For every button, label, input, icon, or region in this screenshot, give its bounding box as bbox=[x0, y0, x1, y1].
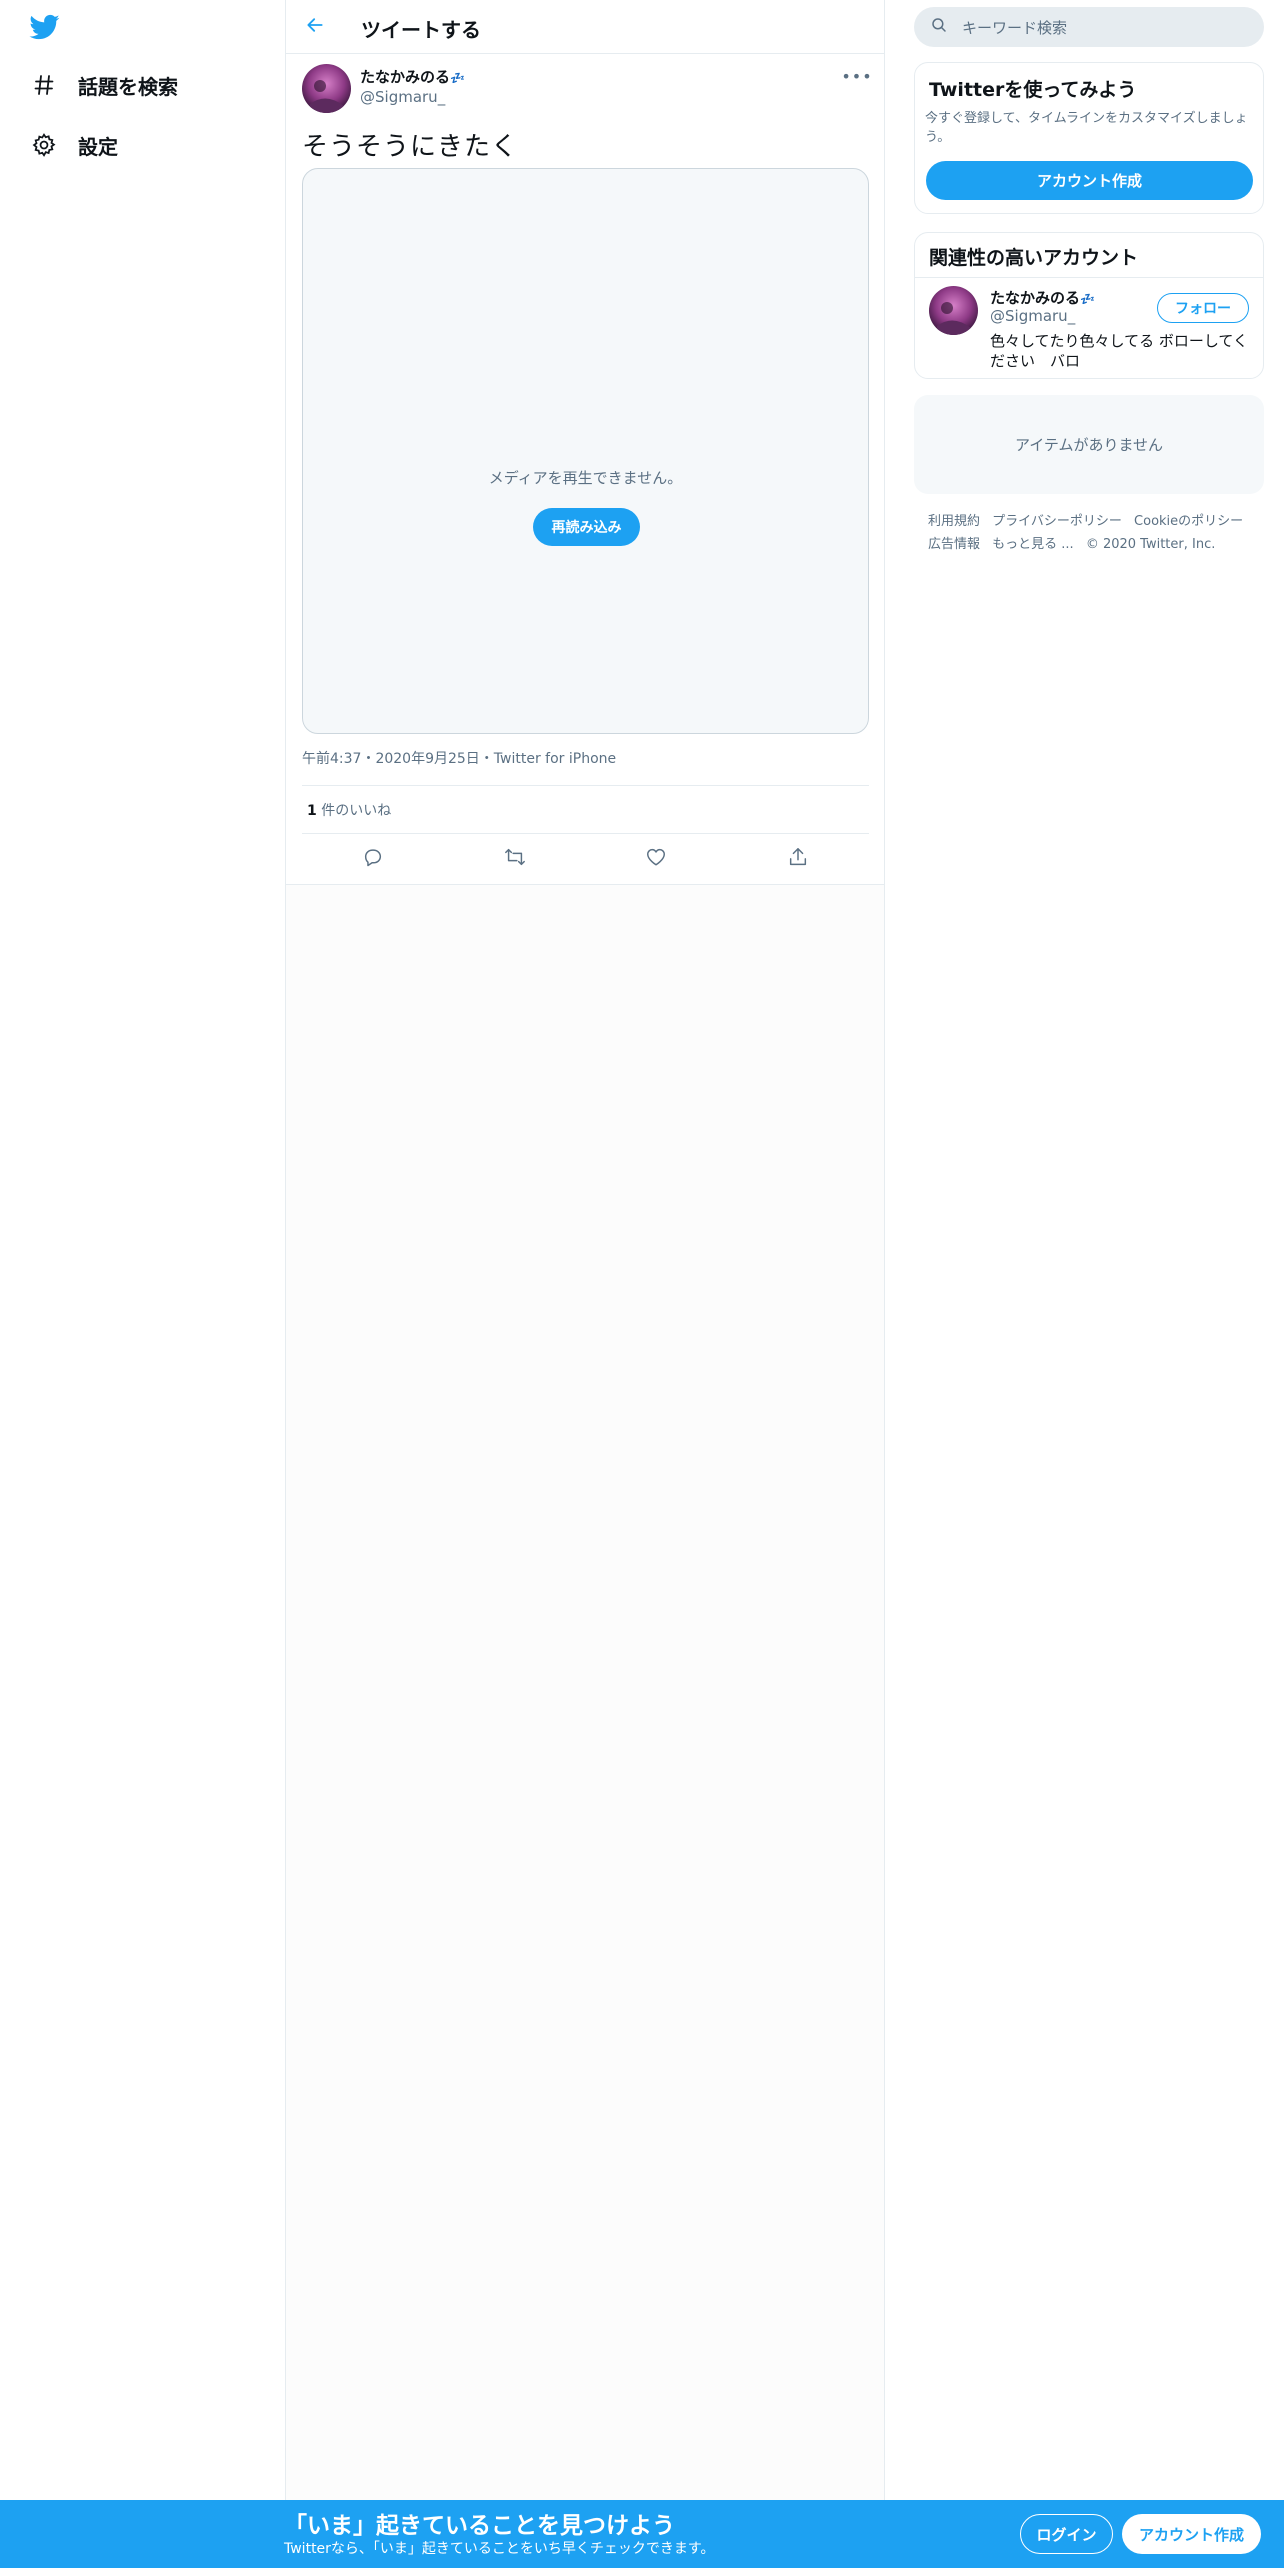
related-card-title: 関連性の高いアカウント bbox=[929, 247, 1139, 269]
tweet-text: そうそうにきたく bbox=[302, 132, 519, 162]
footer-links: 利用規約 プライバシーポリシー Cookieのポリシー 広告情報 もっと見る .… bbox=[928, 510, 1258, 556]
avatar[interactable] bbox=[302, 64, 351, 113]
page-header: ツイートする bbox=[286, 0, 884, 54]
likes-count[interactable]: 1 件のいいね bbox=[307, 800, 391, 820]
nav-item-label: 話題を検索 bbox=[78, 74, 178, 99]
related-account-name-text: たなかみのる bbox=[990, 289, 1081, 307]
back-button[interactable] bbox=[298, 10, 332, 44]
share-icon bbox=[787, 846, 809, 872]
divider bbox=[302, 785, 869, 786]
more-dots-icon: ••• bbox=[841, 66, 873, 86]
follow-button[interactable]: フォロー bbox=[1157, 293, 1249, 323]
footer-link-ads[interactable]: 広告情報 bbox=[928, 537, 980, 552]
search-input[interactable]: キーワード検索 bbox=[914, 7, 1264, 47]
retweet-button[interactable] bbox=[444, 834, 586, 884]
signup-card-title: Twitterを使ってみよう bbox=[929, 79, 1137, 101]
search-placeholder: キーワード検索 bbox=[962, 18, 1068, 37]
related-account-name[interactable]: たなかみのる💤 bbox=[990, 287, 1095, 308]
related-account-handle[interactable]: @Sigmaru_ bbox=[990, 307, 1075, 325]
arrow-left-icon bbox=[305, 15, 325, 39]
footer-link-more[interactable]: もっと見る ... bbox=[992, 537, 1074, 552]
media-container: メディアを再生できません。 再読み込み bbox=[302, 168, 869, 734]
main-column: ツイートする たなかみのる💤 @Sigmaru_ ••• そうそうにきたく メデ… bbox=[285, 0, 885, 2500]
twitter-bird-icon[interactable] bbox=[28, 12, 62, 42]
more-button[interactable]: ••• bbox=[841, 66, 873, 86]
bottom-bar-title: 「いま」起きていることを見つけよう bbox=[284, 2513, 675, 2539]
empty-items-card: アイテムがありません bbox=[914, 395, 1264, 494]
footer-link-terms[interactable]: 利用規約 bbox=[928, 514, 980, 529]
nav-item-explore[interactable]: 話題を検索 bbox=[28, 65, 178, 105]
author-handle[interactable]: @Sigmaru_ bbox=[360, 88, 445, 106]
footer-link-cookies[interactable]: Cookieのポリシー bbox=[1134, 514, 1243, 529]
tweet: たなかみのる💤 @Sigmaru_ ••• そうそうにきたく メディアを再生でき… bbox=[286, 54, 884, 885]
divider bbox=[915, 277, 1263, 278]
signup-card: Twitterを使ってみよう 今すぐ登録して、タイムラインをカスタマイズしましょ… bbox=[914, 62, 1264, 214]
related-account-emoji: 💤 bbox=[1080, 292, 1095, 306]
bottom-signup-bar: 「いま」起きていることを見つけよう Twitterなら、「いま」起きていることを… bbox=[0, 2500, 1284, 2568]
likes-number: 1 bbox=[307, 803, 317, 819]
related-accounts-card: 関連性の高いアカウント たなかみのる💤 @Sigmaru_ フォロー 色々してた… bbox=[914, 232, 1264, 379]
like-icon bbox=[645, 846, 667, 872]
signup-button[interactable]: アカウント作成 bbox=[1122, 2514, 1261, 2554]
create-account-button[interactable]: アカウント作成 bbox=[926, 161, 1253, 200]
tweet-metadata[interactable]: 午前4:37・2020年9月25日・Twitter for iPhone bbox=[302, 748, 616, 768]
share-button[interactable] bbox=[727, 834, 869, 884]
login-button[interactable]: ログイン bbox=[1020, 2514, 1113, 2554]
reply-button[interactable] bbox=[302, 834, 444, 884]
tweet-actions bbox=[302, 834, 869, 884]
gear-icon bbox=[28, 129, 60, 161]
likes-label: 件のいいね bbox=[316, 803, 392, 819]
page-title: ツイートする bbox=[361, 18, 481, 42]
nav-item-label: 設定 bbox=[78, 134, 118, 159]
search-icon bbox=[930, 16, 948, 38]
hashtag-icon bbox=[28, 69, 60, 101]
related-account-bio: 色々してたり色々してる ボローしてください バロ bbox=[990, 332, 1248, 370]
bottom-bar-subtitle: Twitterなら、「いま」起きていることをいち早くチェックできます。 bbox=[284, 2541, 715, 2557]
media-error-message: メディアを再生できません。 bbox=[488, 469, 683, 487]
left-navigation: 話題を検索 設定 bbox=[0, 0, 285, 2500]
signup-card-description: 今すぐ登録して、タイムラインをカスタマイズしましょう。 bbox=[925, 111, 1248, 145]
author-emoji: 💤 bbox=[450, 71, 465, 85]
footer-link-privacy[interactable]: プライバシーポリシー bbox=[992, 514, 1122, 529]
footer-copyright: © 2020 Twitter, Inc. bbox=[1085, 537, 1216, 552]
avatar[interactable] bbox=[929, 286, 978, 335]
retweet-icon bbox=[503, 846, 527, 872]
author-name[interactable]: たなかみのる💤 bbox=[360, 66, 465, 87]
nav-item-settings[interactable]: 設定 bbox=[28, 125, 118, 165]
reply-icon bbox=[362, 846, 384, 872]
reload-button[interactable]: 再読み込み bbox=[533, 508, 640, 546]
author-name-text: たなかみのる bbox=[360, 68, 451, 86]
like-button[interactable] bbox=[586, 834, 728, 884]
